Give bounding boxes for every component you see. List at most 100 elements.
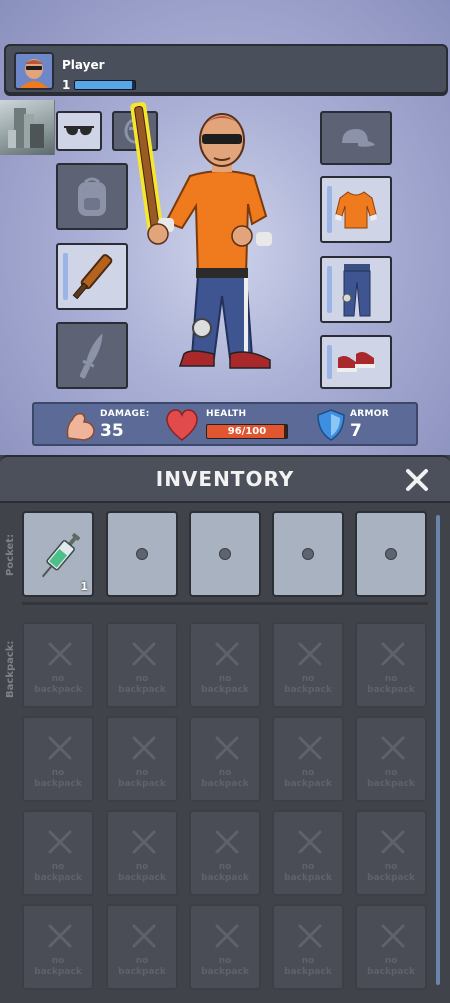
backpack-slot: no backpack	[355, 810, 427, 896]
locked-x-icon	[215, 924, 239, 948]
no-backpack-line1: no	[51, 862, 65, 872]
locked-x-icon	[381, 736, 405, 760]
no-backpack-line1: no	[218, 862, 232, 872]
backpack-slot: no backpack	[22, 810, 94, 896]
no-backpack-line1: no	[218, 956, 232, 966]
empty-slot-dot	[219, 548, 231, 560]
no-backpack-line1: no	[301, 862, 315, 872]
backpack-slot: no backpack	[189, 810, 261, 896]
character-figure[interactable]	[118, 96, 318, 376]
shoes-slot[interactable]	[320, 335, 392, 389]
orange-shirt-icon	[335, 190, 377, 228]
no-backpack-text: no backpack	[191, 674, 259, 696]
backpack-slot: no backpack	[189, 716, 261, 802]
backpack-slot: no backpack	[22, 716, 94, 802]
no-backpack-line2: backpack	[34, 685, 82, 695]
locked-x-icon	[132, 642, 156, 666]
pocket-slot-2[interactable]	[106, 511, 178, 597]
backpack-slot: no backpack	[106, 810, 178, 896]
no-backpack-line2: backpack	[201, 685, 249, 695]
cricket-bat-icon	[72, 253, 113, 299]
locked-x-icon	[215, 830, 239, 854]
jeans-icon	[342, 263, 371, 316]
locked-x-icon	[298, 736, 322, 760]
player-header: Player 1	[4, 44, 448, 94]
no-backpack-line1: no	[51, 768, 65, 778]
no-backpack-line1: no	[301, 956, 315, 966]
close-button[interactable]	[402, 465, 432, 495]
no-backpack-line2: backpack	[118, 967, 166, 977]
xp-fill	[75, 81, 132, 89]
no-backpack-line2: backpack	[34, 873, 82, 883]
backpack-icon	[78, 177, 106, 216]
no-backpack-line2: backpack	[118, 685, 166, 695]
locked-x-icon	[381, 830, 405, 854]
shirt-slot[interactable]	[320, 176, 392, 243]
player-level: 1	[62, 78, 71, 92]
player-avatar[interactable]	[14, 52, 54, 90]
health-label: HEALTH	[206, 409, 247, 419]
no-backpack-line2: backpack	[284, 873, 332, 883]
slot-pin	[327, 345, 332, 379]
locked-x-icon	[132, 830, 156, 854]
inventory-header: INVENTORY	[0, 455, 450, 503]
locked-x-icon	[48, 924, 72, 948]
locked-x-icon	[48, 642, 72, 666]
no-backpack-line1: no	[384, 956, 398, 966]
no-backpack-line2: backpack	[367, 779, 415, 789]
no-backpack-text: no backpack	[191, 862, 259, 884]
no-backpack-text: no backpack	[24, 768, 92, 790]
cap-icon	[342, 129, 375, 147]
locked-x-icon	[48, 736, 72, 760]
no-backpack-text: no backpack	[357, 956, 425, 978]
backpack-slot: no backpack	[355, 622, 427, 708]
no-backpack-line2: backpack	[284, 967, 332, 977]
knife-icon	[79, 332, 103, 378]
no-backpack-text: no backpack	[108, 674, 176, 696]
slot-pin	[327, 266, 332, 313]
backpack-slot: no backpack	[189, 904, 261, 990]
locked-x-icon	[381, 924, 405, 948]
damage-value: 35	[100, 421, 124, 441]
no-backpack-line1: no	[384, 768, 398, 778]
no-backpack-text: no backpack	[274, 768, 342, 790]
camera-thumbnail[interactable]	[0, 100, 55, 155]
backpack-slot: no backpack	[272, 622, 344, 708]
locked-x-icon	[215, 736, 239, 760]
no-backpack-line2: backpack	[367, 685, 415, 695]
no-backpack-text: no backpack	[24, 862, 92, 884]
no-backpack-text: no backpack	[108, 768, 176, 790]
no-backpack-text: no backpack	[357, 862, 425, 884]
locked-x-icon	[215, 642, 239, 666]
pocket-slot-1[interactable]: 1	[22, 511, 94, 597]
backpack-slot: no backpack	[189, 622, 261, 708]
no-backpack-line2: backpack	[34, 779, 82, 789]
no-backpack-line1: no	[135, 768, 149, 778]
health-text: 96/100	[227, 426, 267, 437]
backpack-slot: no backpack	[22, 622, 94, 708]
backpack-slot: no backpack	[272, 810, 344, 896]
no-backpack-line2: backpack	[367, 873, 415, 883]
backpack-slot: no backpack	[106, 716, 178, 802]
locked-x-icon	[298, 642, 322, 666]
item-quantity: 1	[80, 580, 88, 593]
no-backpack-line1: no	[301, 768, 315, 778]
no-backpack-line1: no	[384, 862, 398, 872]
no-backpack-line2: backpack	[201, 967, 249, 977]
pocket-slot-4[interactable]	[272, 511, 344, 597]
no-backpack-line1: no	[135, 862, 149, 872]
pocket-slot-3[interactable]	[189, 511, 261, 597]
shield-icon	[317, 409, 345, 441]
hat-slot[interactable]	[320, 111, 392, 165]
no-backpack-text: no backpack	[357, 768, 425, 790]
no-backpack-text: no backpack	[108, 956, 176, 978]
no-backpack-line2: backpack	[201, 779, 249, 789]
pants-slot[interactable]	[320, 256, 392, 323]
no-backpack-line2: backpack	[34, 967, 82, 977]
scrollbar[interactable]	[436, 515, 440, 985]
backpack-slot: no backpack	[106, 622, 178, 708]
pocket-slot-5[interactable]	[355, 511, 427, 597]
no-backpack-line2: backpack	[367, 967, 415, 977]
locked-x-icon	[298, 830, 322, 854]
sunglasses-slot[interactable]	[56, 111, 102, 151]
